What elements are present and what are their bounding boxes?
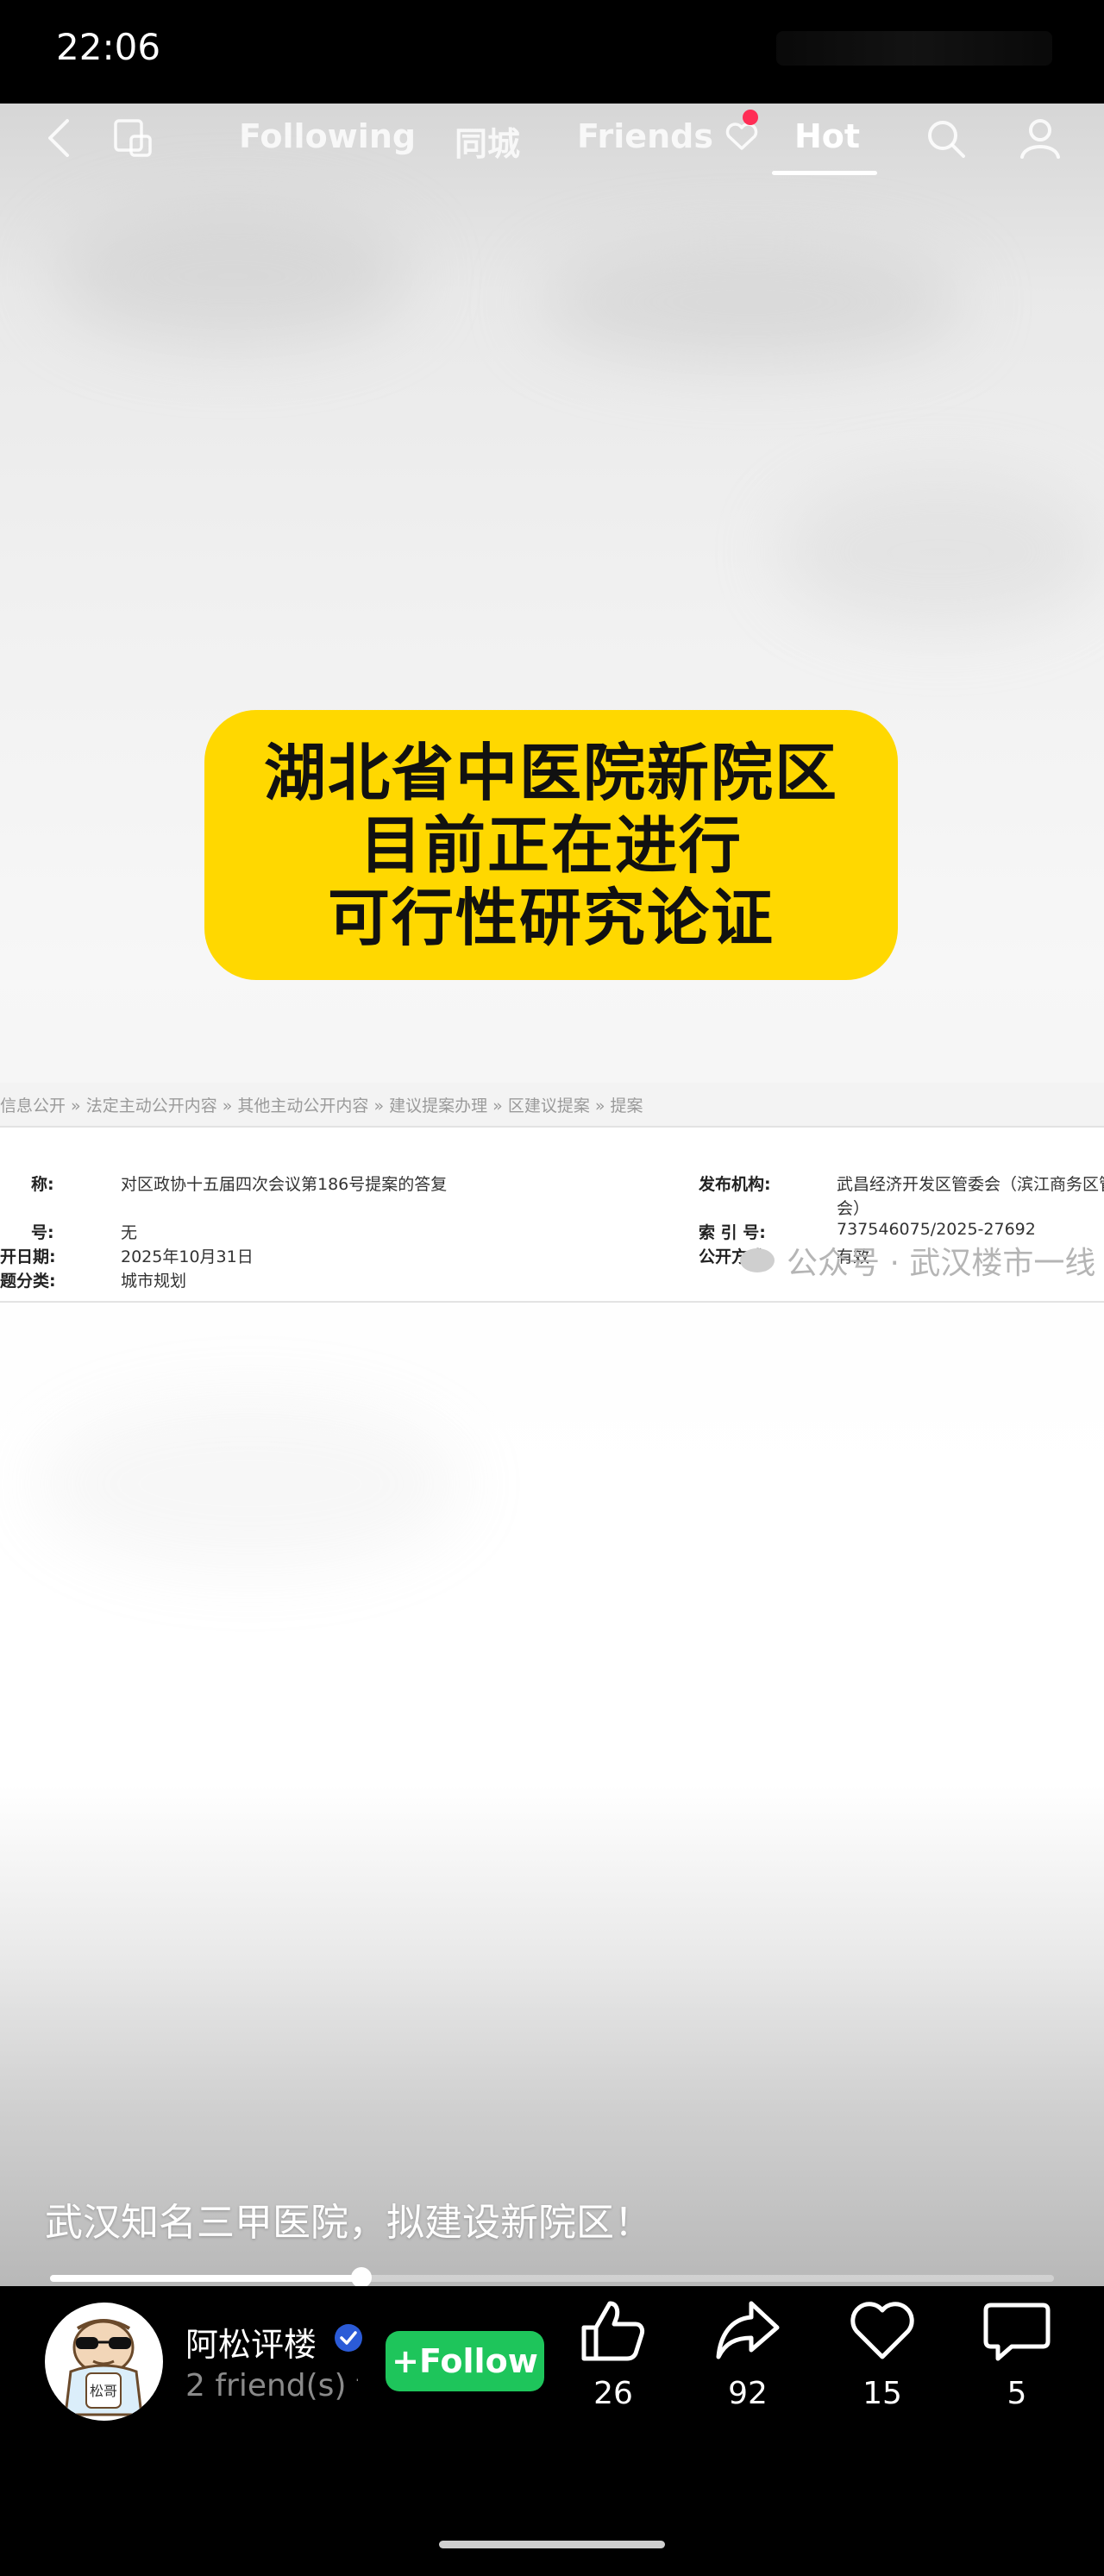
- notification-badge: [743, 110, 758, 125]
- status-indicators: [776, 31, 1052, 66]
- doc-publisher-value-2: 会）: [837, 1199, 870, 1218]
- share-count: 92: [728, 2376, 768, 2411]
- comment-icon: [983, 2303, 1051, 2361]
- status-bar: 22:06: [0, 0, 1104, 104]
- comment-count: 5: [1007, 2376, 1027, 2411]
- like-count: 26: [593, 2376, 633, 2411]
- friends-count: 2 friend(s) f: [185, 2368, 358, 2403]
- tab-hot[interactable]: Hot: [794, 117, 860, 155]
- verified-icon: [335, 2324, 362, 2352]
- bottom-bar: [0, 2286, 1104, 2576]
- share-button[interactable]: 92: [700, 2298, 795, 2411]
- doc-name-value: 对区政协十五届四次会议第186号提案的答复: [121, 1175, 448, 1194]
- doc-date-label: 开日期:: [0, 1247, 56, 1266]
- home-indicator[interactable]: [439, 2541, 665, 2548]
- doc-publisher-label: 发布机构:: [699, 1175, 771, 1194]
- doc-index-value: 737546075/2025-27692: [837, 1220, 1036, 1239]
- doc-category-label: 题分类:: [0, 1272, 56, 1291]
- doc-publisher-value: 武昌经济开发区管委会（滨江商务区管: [837, 1175, 1104, 1194]
- avatar-cartoon-icon: 松哥: [47, 2304, 160, 2418]
- heart-icon: [850, 2302, 914, 2359]
- document-breadcrumb: 信息公开 » 法定主动公开内容 » 其他主动公开内容 » 建议提案办理 » 区建…: [0, 1096, 643, 1115]
- avatar[interactable]: 松哥: [45, 2303, 163, 2421]
- share-icon: [716, 2301, 780, 2359]
- doc-name-label: 称:: [31, 1175, 54, 1194]
- video-caption: 武汉知名三甲医院，拟建设新院区！: [45, 2201, 652, 2245]
- doc-index-label: 索 引 号:: [699, 1223, 766, 1242]
- tab-friends[interactable]: Friends: [577, 117, 759, 155]
- status-time: 22:06: [56, 26, 161, 68]
- headline-card: 湖北省中医院新院区 目前正在进行 可行性研究论证: [204, 710, 898, 980]
- favorite-count: 15: [862, 2376, 902, 2411]
- avatar-text: 松哥: [90, 2383, 117, 2399]
- like-button[interactable]: 26: [566, 2298, 661, 2411]
- doc-date-value: 2025年10月31日: [121, 1247, 254, 1266]
- headline-line: 可行性研究论证: [327, 881, 775, 954]
- thumbs-up-icon: [581, 2301, 645, 2361]
- headline-line: 湖北省中医院新院区: [263, 736, 838, 809]
- doc-number-value: 无: [121, 1223, 138, 1242]
- tab-friends-label: Friends: [577, 117, 713, 155]
- search-icon[interactable]: [925, 117, 968, 160]
- document-divider: [0, 1301, 1104, 1303]
- author-name[interactable]: 阿松评楼: [185, 2318, 317, 2366]
- wechat-icon: [740, 1248, 775, 1272]
- tab-following[interactable]: Following: [239, 117, 416, 155]
- heart-icon: [725, 123, 758, 150]
- back-icon[interactable]: [43, 116, 74, 160]
- comment-button[interactable]: 5: [969, 2298, 1064, 2411]
- active-tab-indicator: [772, 171, 877, 175]
- progress-handle[interactable]: [350, 2267, 372, 2288]
- headline-line: 目前正在进行: [359, 808, 743, 882]
- follow-button[interactable]: +Follow: [386, 2331, 544, 2391]
- profile-icon[interactable]: [1018, 116, 1063, 160]
- doc-number-label: 号:: [31, 1223, 54, 1242]
- multi-window-icon[interactable]: [112, 117, 155, 159]
- tab-same-city[interactable]: 同城: [455, 117, 520, 165]
- watermark: 公众号 · 武汉楼市一线: [787, 1246, 1096, 1281]
- favorite-button[interactable]: 15: [835, 2298, 930, 2411]
- progress-fill: [50, 2275, 361, 2282]
- doc-category-value: 城市规划: [121, 1272, 187, 1291]
